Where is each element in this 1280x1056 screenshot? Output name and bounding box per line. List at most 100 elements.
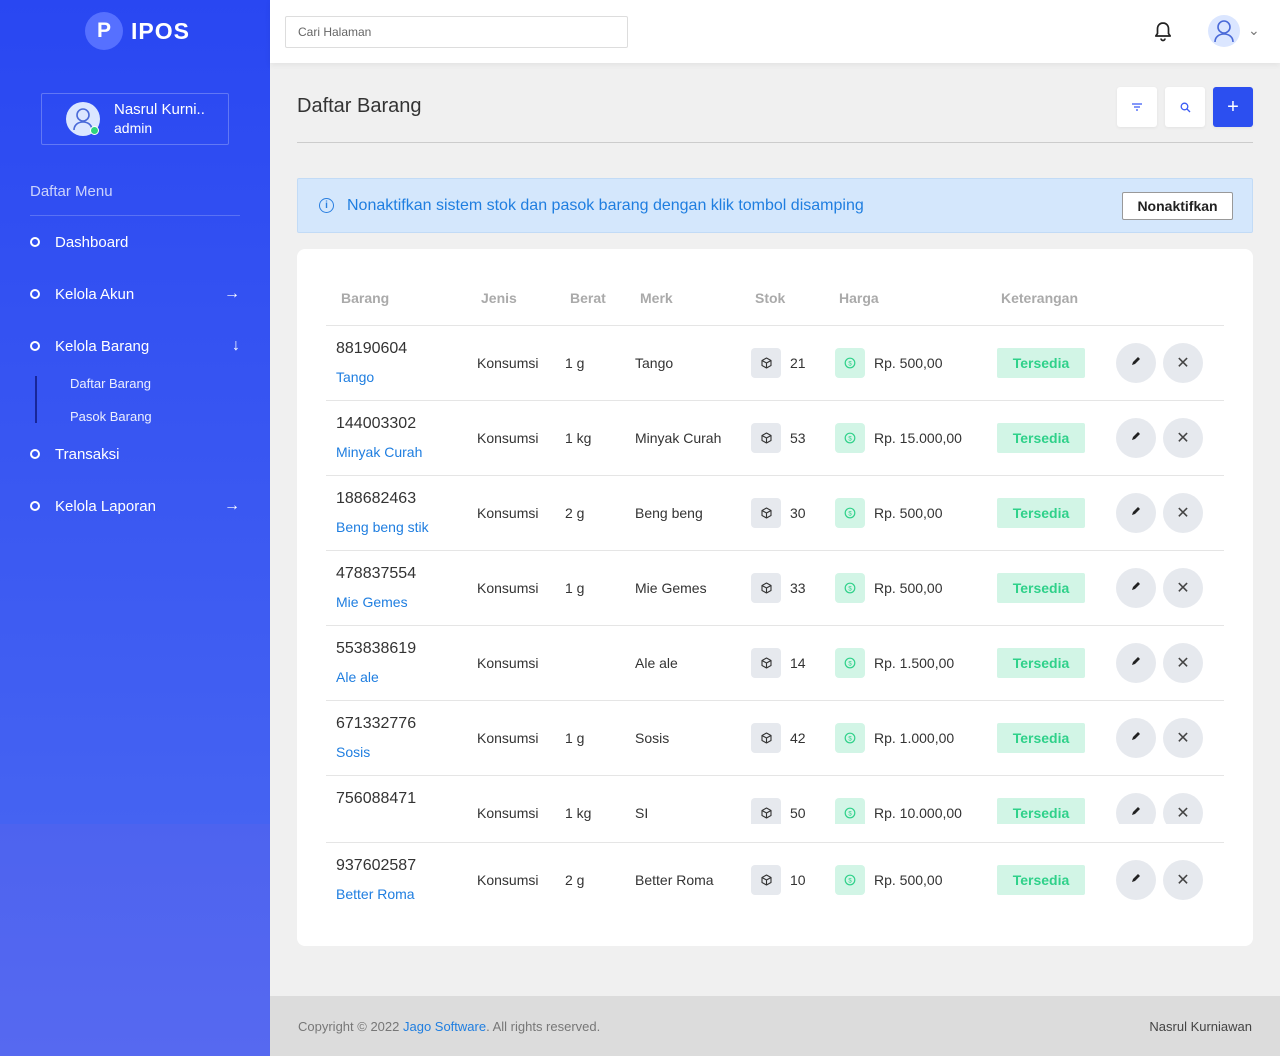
- item-name-link[interactable]: Mie Gemes: [336, 594, 408, 610]
- coin-icon: $: [835, 648, 865, 678]
- close-icon: ✕: [1176, 872, 1190, 889]
- box-icon: [751, 423, 781, 453]
- sidebar-subitem-daftar-barang[interactable]: Daftar Barang: [70, 376, 151, 391]
- svg-text:$: $: [848, 586, 852, 592]
- close-icon: ✕: [1176, 505, 1190, 522]
- info-icon: i: [319, 198, 334, 213]
- item-type: Konsumsi: [477, 730, 539, 746]
- close-icon: ✕: [1176, 730, 1190, 747]
- coin-icon: $: [835, 573, 865, 603]
- user-name: Nasrul Kurni..: [114, 101, 205, 118]
- sidebar-item-transaksi[interactable]: Transaksi: [30, 442, 240, 466]
- delete-button[interactable]: ✕: [1163, 793, 1203, 824]
- edit-button[interactable]: [1116, 568, 1156, 608]
- item-stock: 14: [790, 655, 806, 671]
- avatar: [66, 102, 100, 136]
- edit-button[interactable]: [1116, 643, 1156, 683]
- column-header-berat: Berat: [570, 290, 606, 306]
- page-title: Daftar Barang: [297, 95, 422, 117]
- item-brand: Beng beng: [635, 505, 703, 521]
- menu-title: Daftar Menu: [30, 183, 113, 200]
- delete-button[interactable]: ✕: [1163, 718, 1203, 758]
- item-type: Konsumsi: [477, 580, 539, 596]
- add-item-button[interactable]: +: [1213, 87, 1253, 127]
- bullet-icon: [30, 289, 40, 299]
- delete-button[interactable]: ✕: [1163, 343, 1203, 383]
- status-badge: Tersedia: [997, 865, 1085, 895]
- company-link[interactable]: Jago Software: [403, 1019, 486, 1034]
- coin-icon: $: [835, 498, 865, 528]
- sidebar-item-label: Kelola Laporan: [55, 497, 156, 515]
- delete-button[interactable]: ✕: [1163, 860, 1203, 900]
- table-row: 188682463 Beng beng stik Konsumsi 2 g Be…: [326, 475, 1224, 550]
- sidebar-item-kelola-laporan[interactable]: Kelola Laporan →: [30, 494, 240, 518]
- item-weight: 1 g: [565, 580, 585, 596]
- item-type: Konsumsi: [477, 655, 539, 671]
- item-brand: Ale ale: [635, 655, 678, 671]
- app-logo[interactable]: P IPOS: [85, 12, 190, 50]
- chevron-down-icon[interactable]: ⌄: [1248, 22, 1260, 39]
- close-icon: ✕: [1176, 430, 1190, 447]
- delete-button[interactable]: ✕: [1163, 493, 1203, 533]
- item-stock: 50: [790, 805, 806, 821]
- item-name-link[interactable]: Tango: [336, 369, 374, 385]
- sidebar-item-kelola-barang[interactable]: Kelola Barang ↓: [30, 334, 240, 358]
- sidebar-item-kelola-akun[interactable]: Kelola Akun →: [30, 282, 240, 306]
- item-brand: Sosis: [635, 730, 670, 746]
- item-stock: 42: [790, 730, 806, 746]
- item-weight: 2 g: [565, 505, 585, 521]
- status-badge: Tersedia: [997, 723, 1085, 753]
- bullet-icon: [30, 237, 40, 247]
- column-header-harga: Harga: [839, 290, 879, 306]
- filter-button[interactable]: [1117, 87, 1157, 127]
- pencil-icon: [1130, 804, 1142, 822]
- avatar[interactable]: [1208, 15, 1240, 47]
- item-brand: Mie Gemes: [635, 580, 707, 596]
- search-button[interactable]: [1165, 87, 1205, 127]
- table-row: 88190604 Tango Konsumsi 1 g Tango 21 $ R…: [326, 325, 1224, 400]
- items-table: Barang Jenis Berat Merk Stok Harga Keter…: [297, 249, 1253, 946]
- column-header-keterangan: Keterangan: [1001, 290, 1079, 306]
- sidebar-item-label: Dashboard: [55, 233, 129, 251]
- item-type: Konsumsi: [477, 805, 539, 821]
- item-weight: 1 g: [565, 355, 585, 371]
- delete-button[interactable]: ✕: [1163, 568, 1203, 608]
- edit-button[interactable]: [1116, 793, 1156, 824]
- box-icon: [751, 648, 781, 678]
- svg-text:$: $: [848, 361, 852, 367]
- edit-button[interactable]: [1116, 493, 1156, 533]
- divider: [297, 142, 1253, 143]
- arrow-right-icon: →: [224, 497, 240, 514]
- edit-button[interactable]: [1116, 860, 1156, 900]
- item-stock: 21: [790, 355, 806, 371]
- pencil-icon: [1130, 871, 1142, 889]
- column-header-merk: Merk: [640, 290, 673, 306]
- bell-icon[interactable]: [1152, 19, 1174, 43]
- item-name-link[interactable]: Minyak Curah: [336, 444, 422, 460]
- delete-button[interactable]: ✕: [1163, 418, 1203, 458]
- edit-button[interactable]: [1116, 718, 1156, 758]
- coin-icon: $: [835, 798, 865, 824]
- search-input[interactable]: [285, 16, 628, 48]
- sidebar-subitem-pasok-barang[interactable]: Pasok Barang: [70, 409, 152, 424]
- item-name-link[interactable]: Beng beng stik: [336, 519, 429, 535]
- sidebar: P IPOS Nasrul Kurni.. admin Daftar Menu …: [0, 0, 270, 1056]
- status-badge: Tersedia: [997, 648, 1085, 678]
- svg-text:$: $: [848, 661, 852, 667]
- item-name-link[interactable]: Better Roma: [336, 886, 415, 902]
- status-badge: Tersedia: [997, 573, 1085, 603]
- item-brand: Better Roma: [635, 872, 714, 888]
- sidebar-background-lower: [0, 824, 270, 1056]
- item-name-link[interactable]: Sosis: [336, 744, 370, 760]
- info-alert: i Nonaktifkan sistem stok dan pasok bara…: [297, 178, 1253, 233]
- logo-text: IPOS: [131, 17, 190, 44]
- edit-button[interactable]: [1116, 343, 1156, 383]
- user-profile-card[interactable]: Nasrul Kurni.. admin: [41, 93, 229, 145]
- deactivate-button[interactable]: Nonaktifkan: [1122, 192, 1233, 220]
- delete-button[interactable]: ✕: [1163, 643, 1203, 683]
- edit-button[interactable]: [1116, 418, 1156, 458]
- item-name-link[interactable]: Ale ale: [336, 669, 379, 685]
- item-price: Rp. 500,00: [874, 872, 943, 888]
- sidebar-item-dashboard[interactable]: Dashboard: [30, 230, 240, 254]
- user-icon: [1214, 20, 1234, 43]
